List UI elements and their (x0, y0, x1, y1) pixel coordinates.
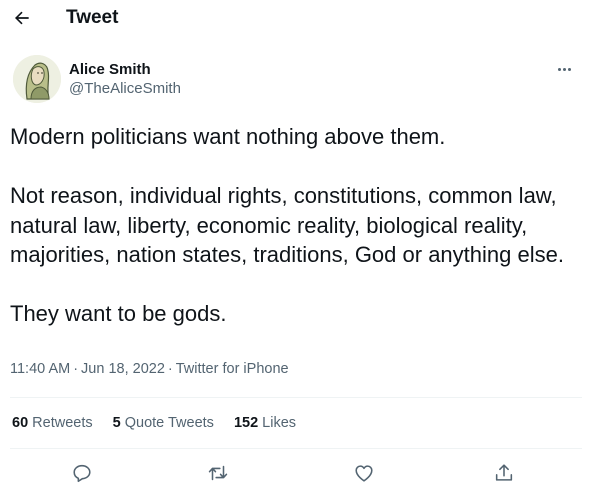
tweet-paragraph: Modern politicians want nothing above th… (10, 124, 446, 149)
divider (10, 448, 582, 449)
tweet-paragraph: They want to be gods. (10, 301, 227, 326)
more-options-button[interactable] (552, 60, 576, 78)
more-dot-icon (567, 67, 571, 71)
retweets-stat[interactable]: 60 Retweets (12, 415, 93, 431)
back-button[interactable] (8, 4, 36, 32)
retweets-count: 60 (12, 415, 29, 431)
likes-label: Likes (262, 415, 297, 431)
page-title: Tweet (66, 7, 119, 28)
tweet-metadata: 11:40 AM · Jun 18, 2022 · Twitter for iPhone (10, 361, 289, 377)
reply-icon (73, 464, 91, 483)
share-icon (495, 464, 513, 481)
likes-stat[interactable]: 152 Likes (234, 415, 296, 431)
divider (10, 397, 582, 398)
top-bar: Tweet (0, 0, 592, 38)
like-icon (355, 465, 373, 482)
tweet-source[interactable]: Twitter for iPhone (176, 361, 289, 377)
action-bar (0, 459, 592, 487)
quote-tweets-stat[interactable]: 5 Quote Tweets (113, 415, 214, 431)
retweet-button[interactable] (204, 459, 232, 487)
more-dot-icon (557, 67, 561, 71)
tweet-time[interactable]: 11:40 AM (10, 361, 70, 377)
like-button[interactable] (350, 459, 378, 487)
avatar-illustration (13, 55, 61, 103)
reply-button[interactable] (68, 459, 96, 487)
more-dot-icon (562, 67, 566, 71)
retweets-label: Retweets (32, 415, 93, 431)
arrow-left-icon (15, 11, 29, 25)
tweet-paragraph: Not reason, individual rights, constitut… (10, 183, 564, 267)
quote-tweets-count: 5 (112, 415, 121, 431)
tweet-text: Modern politicians want nothing above th… (10, 122, 582, 329)
likes-count: 152 (233, 415, 259, 431)
avatar[interactable] (13, 55, 61, 103)
author-name[interactable]: Alice Smith (69, 61, 151, 78)
tweet-date[interactable]: Jun 18, 2022 (81, 361, 165, 377)
retweet-icon (208, 465, 228, 481)
separator: · (73, 361, 79, 377)
author-handle[interactable]: @TheAliceSmith (69, 80, 181, 97)
quote-tweets-label: Quote Tweets (124, 415, 214, 431)
share-button[interactable] (490, 459, 518, 487)
separator: · (167, 361, 173, 377)
engagement-stats: 60 Retweets 5 Quote Tweets 152 Likes (12, 415, 296, 431)
